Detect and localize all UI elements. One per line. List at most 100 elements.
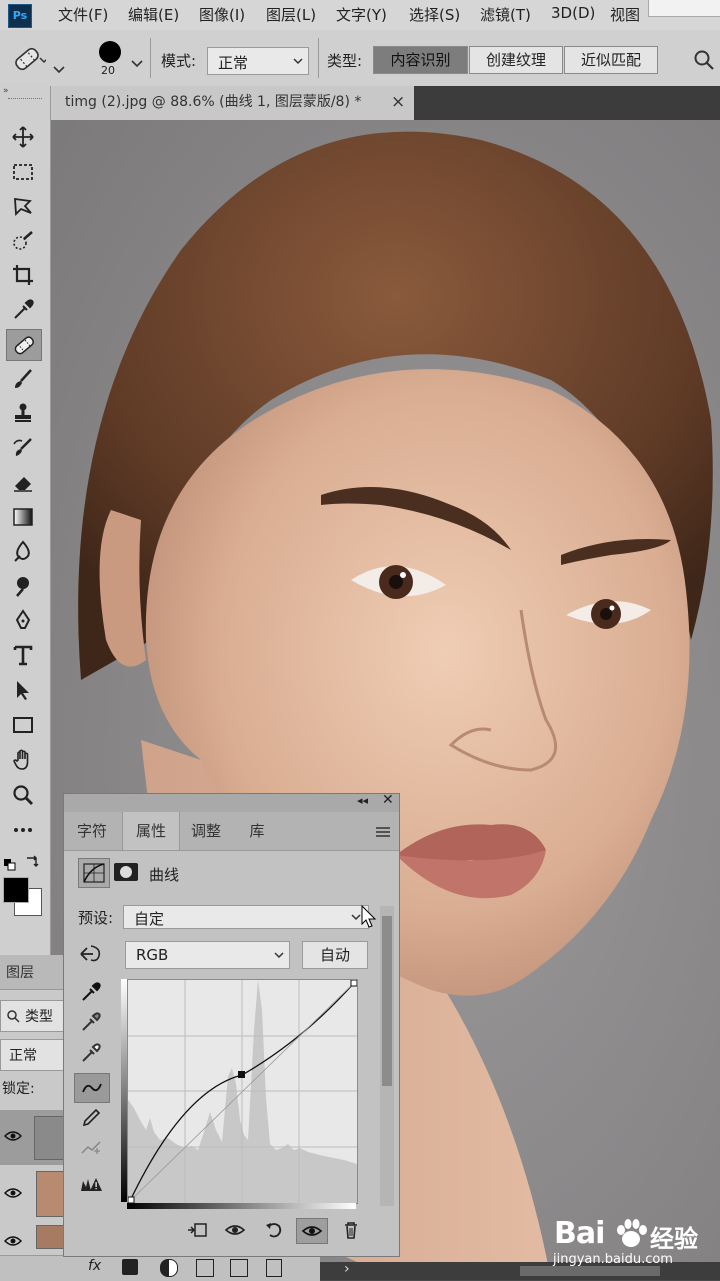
clone-stamp-icon[interactable] [6,398,40,428]
brush-preset-swatch[interactable] [99,41,121,63]
move-icon[interactable] [6,122,40,152]
crop-icon[interactable] [6,260,40,290]
mode-select[interactable]: 正常 [207,47,309,75]
foreground-color-swatch[interactable] [3,877,29,903]
create-texture-button[interactable]: 创建纹理 [469,46,563,74]
eye-icon[interactable] [4,1130,22,1142]
layers-tab[interactable]: 图层 [6,962,34,982]
pencil-icon[interactable] [74,1104,108,1132]
default-colors-icon[interactable] [4,856,16,871]
new-layer-icon[interactable] [230,1259,248,1277]
eyedropper-icon[interactable] [6,295,40,325]
eye-icon[interactable] [4,1187,22,1199]
path-select-icon[interactable] [6,675,40,705]
search-icon[interactable] [692,48,716,72]
preset-select[interactable]: 自定 [123,905,369,929]
trash-icon[interactable] [266,1259,282,1277]
chevron-right-icon[interactable]: › [344,1261,350,1277]
spot-healing-brush-icon[interactable] [12,44,49,74]
layer-row-photo[interactable] [0,1167,66,1219]
view-previous-state-icon[interactable] [220,1218,250,1242]
collapse-panel-icon[interactable]: ◂◂ [357,794,368,807]
quick-select-icon[interactable] [6,226,40,256]
document-tab[interactable]: timg (2).jpg @ 88.6% (曲线 1, 图层蒙版/8) * × [50,86,414,120]
curve-point[interactable] [238,1071,245,1078]
watermark-brand: Bai [554,1216,605,1251]
blur-icon[interactable] [6,536,40,566]
divider [150,38,151,78]
dodge-icon[interactable] [6,571,40,601]
curve-point-mode-icon[interactable] [74,1073,110,1103]
visibility-toggle-icon[interactable] [296,1218,328,1244]
group-icon[interactable] [196,1259,214,1277]
delete-icon[interactable] [336,1218,366,1242]
window-controls[interactable] [648,0,720,17]
tab-adjustments[interactable]: 调整 [178,812,234,850]
eye-icon[interactable] [4,1235,22,1247]
tab-libraries[interactable]: 库 [234,812,280,850]
smooth-curve-icon[interactable] [74,1134,108,1162]
marquee-icon[interactable] [6,157,40,187]
more-icon[interactable] [6,815,40,845]
menu-type[interactable]: 文字(Y) [336,4,387,25]
brush-icon[interactable] [6,364,40,394]
panel-scrollbar[interactable] [380,906,394,1206]
rectangle-icon[interactable] [6,710,40,740]
tab-properties[interactable]: 属性 [122,812,180,850]
healing-brush-icon[interactable] [6,329,42,361]
adjustment-layer-icon[interactable] [160,1259,178,1277]
hand-icon[interactable] [6,745,40,775]
zoom-icon[interactable] [6,780,40,810]
panel-title-bar[interactable]: ◂◂ ✕ [64,792,399,812]
type-icon[interactable] [6,640,40,670]
close-tab-icon[interactable]: × [391,86,405,118]
chevron-down-icon[interactable] [52,60,66,74]
layer-row-curves[interactable] [0,1110,66,1165]
menu-view[interactable]: 视图 [610,4,640,25]
close-panel-icon[interactable]: ✕ [382,792,394,808]
adjustment-thumbnail [34,1116,66,1160]
content-aware-button[interactable]: 内容识别 [373,46,468,74]
pen-icon[interactable] [6,605,40,635]
menu-3d[interactable]: 3D(D) [551,4,595,22]
eraser-icon[interactable] [6,467,40,497]
collapse-icon[interactable]: » [3,86,17,96]
menu-image[interactable]: 图像(I) [199,4,245,25]
menu-filter[interactable]: 滤镜(T) [480,4,531,25]
clip-to-layer-icon[interactable] [182,1218,212,1242]
brush-size-label: 20 [101,64,115,77]
gradient-icon[interactable] [6,502,40,532]
clipping-warning-icon[interactable] [74,1170,108,1198]
auto-button[interactable]: 自动 [302,941,368,969]
curves-graph[interactable] [127,979,358,1204]
history-brush-icon[interactable] [6,433,40,463]
layer-mask-icon[interactable] [114,863,138,881]
add-mask-icon[interactable] [122,1259,138,1275]
lasso-icon[interactable] [6,191,40,221]
panel-scroll-thumb[interactable] [382,916,392,1086]
chevron-down-icon[interactable] [130,54,144,68]
tab-character[interactable]: 字符 [64,812,120,850]
swap-colors-icon[interactable] [24,854,40,868]
menu-layer[interactable]: 图层(L) [266,4,316,25]
menu-edit[interactable]: 编辑(E) [128,4,179,25]
channel-select[interactable]: RGB [125,941,290,969]
panel-menu-icon[interactable] [375,824,391,838]
menu-bar: Ps 文件(F) 编辑(E) 图像(I) 图层(L) 文字(Y) 选择(S) 滤… [0,0,720,31]
white-point-handle[interactable] [350,979,358,987]
chevron-down-icon [293,58,303,65]
fx-icon[interactable]: fx [88,1258,101,1274]
layer-row[interactable] [0,1221,66,1249]
document-tab-title: timg (2).jpg @ 88.6% (曲线 1, 图层蒙版/8) * [65,94,362,110]
menu-select[interactable]: 选择(S) [409,4,460,25]
layer-filter[interactable]: 类型 [0,1000,68,1032]
menu-file[interactable]: 文件(F) [58,4,108,25]
reset-icon[interactable] [259,1218,289,1242]
black-point-eyedropper-icon[interactable] [74,978,108,1006]
white-point-eyedropper-icon[interactable] [74,1039,108,1067]
gray-point-eyedropper-icon[interactable] [74,1008,108,1036]
preset-label: 预设: [78,909,114,927]
blend-mode-select[interactable]: 正常 [0,1039,68,1071]
proximity-match-button[interactable]: 近似匹配 [564,46,658,74]
on-image-adjust-icon[interactable] [77,942,105,966]
